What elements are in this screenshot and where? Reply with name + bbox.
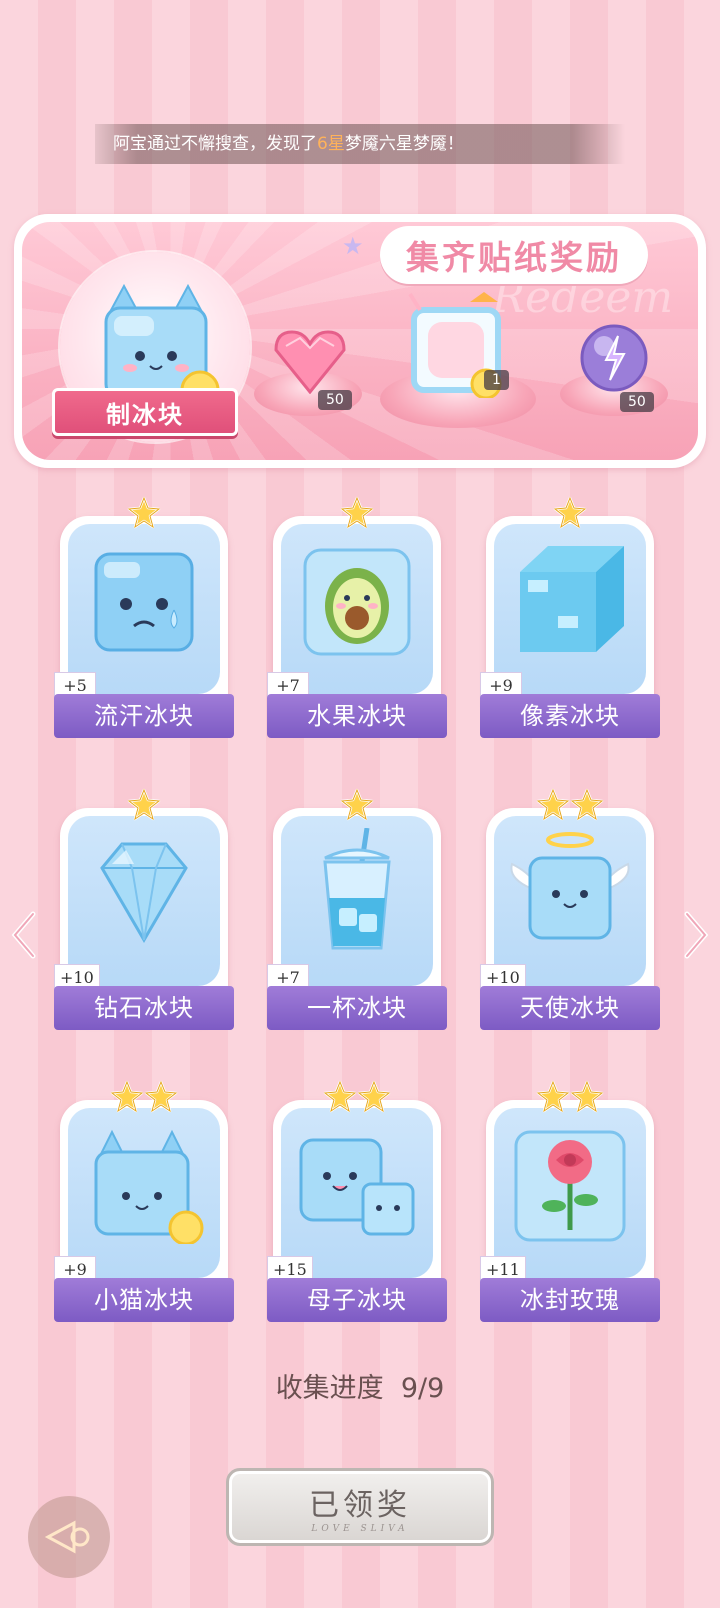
star-rating (486, 788, 654, 824)
sticker-card[interactable]: +5 流汗冰块 (54, 496, 234, 738)
star-rating (486, 496, 654, 532)
star-rating (60, 788, 228, 824)
star-rating (273, 1080, 441, 1116)
star-icon (127, 788, 161, 822)
reward-item-3[interactable]: 50 (578, 322, 654, 412)
back-arrow-icon (44, 1520, 90, 1554)
sticker-card[interactable]: +7 水果冰块 (267, 496, 447, 738)
main-reward-label: 制冰块 (106, 400, 184, 429)
collection-progress: 收集进度 9/9 (0, 1366, 720, 1405)
star-icon (536, 788, 570, 822)
sticker-name: 水果冰块 (267, 694, 447, 738)
star-icon (340, 788, 374, 822)
sticker-card[interactable]: +10 钻石冰块 (54, 788, 234, 1030)
angel-ice-cube-icon (510, 832, 630, 940)
sticker-art (281, 1108, 433, 1278)
reward-panel-inner: Redeem ★ ★ 集齐贴纸奖励 制冰块 (22, 222, 698, 460)
claimed-button-label: 已领奖 (309, 1488, 411, 1523)
sticker-name: 冰封玫瑰 (480, 1278, 660, 1322)
cup-of-ice-icon (323, 828, 391, 950)
star-icon (144, 1080, 178, 1114)
announcement-ticker: 阿宝通过不懈搜查，发现了6星梦魇六星梦魇！ (95, 124, 625, 164)
sticker-art (494, 524, 646, 694)
avocado-ice-cube-icon (303, 548, 411, 656)
sticker-art (494, 816, 646, 986)
sticker-art (68, 524, 220, 694)
chevron-left-icon (11, 911, 36, 959)
star-icon (570, 788, 604, 822)
sticker-card[interactable]: +9 小猫冰块 (54, 1080, 234, 1322)
sticker-name: 像素冰块 (480, 694, 660, 738)
sticker-name: 天使冰块 (480, 986, 660, 1030)
sticker-art (281, 816, 433, 986)
star-rating (60, 496, 228, 532)
star-rating (486, 1080, 654, 1116)
sticker-name: 钻石冰块 (54, 986, 234, 1030)
mother-child-ice-cube-icon (299, 1138, 415, 1236)
sticker-name: 流汗冰块 (54, 694, 234, 738)
sticker-card[interactable]: +11 冰封玫瑰 (480, 1080, 660, 1322)
chevron-right-icon (684, 911, 709, 959)
reward-item-1[interactable]: 50 (272, 328, 352, 410)
next-page-arrow[interactable] (676, 905, 716, 965)
sticker-art (68, 816, 220, 986)
reward-item-count: 50 (318, 390, 352, 410)
star-icon (570, 1080, 604, 1114)
reward-item-count: 50 (620, 392, 654, 412)
sparkle-icon: ★ (342, 232, 364, 260)
sticker-card[interactable]: +9 像素冰块 (480, 496, 660, 738)
sticker-name: 小猫冰块 (54, 1278, 234, 1322)
star-icon (110, 1080, 144, 1114)
star-icon (340, 496, 374, 530)
prev-page-arrow[interactable] (4, 905, 44, 965)
sticker-art (68, 1108, 220, 1278)
sticker-card[interactable]: +10 天使冰块 (480, 788, 660, 1030)
reward-title-banner: 集齐贴纸奖励 (380, 226, 648, 284)
star-icon (536, 1080, 570, 1114)
sticker-card[interactable]: +15 母子冰块 (267, 1080, 447, 1322)
star-rating (273, 496, 441, 532)
purple-energy-orb-icon (580, 324, 648, 392)
progress-value: 9/9 (400, 1373, 445, 1404)
star-icon (357, 1080, 391, 1114)
claimed-button-subtext: LOVE SLIVA (311, 1524, 409, 1534)
main-reward-ribbon: 制冰块 (52, 388, 238, 436)
reward-title: 集齐贴纸奖励 (406, 238, 622, 277)
sticker-art (494, 1108, 646, 1278)
sticker-card[interactable]: +7 一杯冰块 (267, 788, 447, 1030)
frozen-rose-icon (514, 1130, 626, 1242)
pixel-ice-cube-icon (520, 546, 624, 652)
reward-item-2[interactable]: 1 (400, 292, 512, 402)
sweating-ice-cube-icon (94, 552, 194, 652)
star-icon (127, 496, 161, 530)
ticker-prefix: 阿宝通过不懈搜查，发现了 (113, 134, 317, 154)
sticker-name: 母子冰块 (267, 1278, 447, 1322)
star-rating (273, 788, 441, 824)
ticker-suffix: 梦魇六星梦魇！ (344, 134, 464, 154)
sticker-name: 一杯冰块 (267, 986, 447, 1030)
pink-diamond-icon (274, 330, 346, 395)
progress-label: 收集进度 (275, 1373, 384, 1404)
cat-ice-cube-icon (94, 1129, 204, 1244)
ticker-highlight: 6星 (317, 134, 345, 154)
reward-item-count: 1 (484, 370, 509, 390)
claimed-reward-button[interactable]: 已领奖 LOVE SLIVA (226, 1468, 494, 1546)
diamond-ice-icon (100, 842, 188, 943)
star-icon (553, 496, 587, 530)
star-rating (60, 1080, 228, 1116)
back-button[interactable] (28, 1496, 110, 1578)
star-icon (323, 1080, 357, 1114)
collection-reward-panel: Redeem ★ ★ 集齐贴纸奖励 制冰块 (14, 214, 706, 468)
sticker-art (281, 524, 433, 694)
